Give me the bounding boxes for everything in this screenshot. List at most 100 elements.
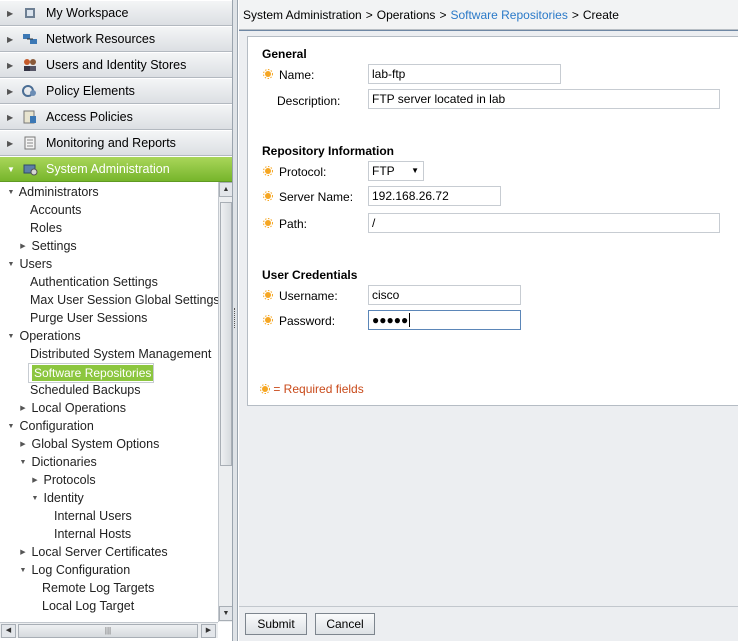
breadcrumb-item-create: Create — [582, 7, 619, 22]
drawer-label: Access Policies — [46, 110, 133, 124]
submit-button[interactable]: Submit — [245, 613, 307, 635]
cancel-button[interactable]: Cancel — [315, 613, 375, 635]
tree-node-authentication-settings[interactable]: Authentication Settings — [30, 273, 158, 291]
expand-arrow-icon: ▶ — [7, 138, 14, 148]
tree-horizontal-scrollbar[interactable]: ◀ ||| ▶ — [0, 622, 218, 638]
section-title-general: General — [262, 47, 307, 61]
tree-node-global-system-options[interactable]: ▶ Global System Options — [18, 435, 159, 453]
required-star-icon — [263, 315, 273, 325]
collapse-arrow-icon: ▼ — [7, 332, 15, 340]
protocol-select[interactable]: FTP ▼ — [368, 161, 424, 181]
drawer-label: Users and Identity Stores — [46, 58, 187, 72]
splitter-grip-icon[interactable] — [234, 308, 236, 328]
tree-node-max-user-session[interactable]: Max User Session Global Settings — [30, 291, 218, 309]
drawer-network-resources[interactable]: ▶ Network Resources — [0, 26, 232, 52]
tree-node-internal-hosts[interactable]: Internal Hosts — [54, 525, 131, 543]
action-bar: Submit Cancel — [239, 606, 738, 641]
tree-node-software-repositories[interactable]: Software Repositories — [28, 363, 155, 383]
scroll-thumb[interactable]: ||| — [18, 624, 198, 638]
tree-node-local-operations[interactable]: ▶ Local Operations — [18, 399, 126, 417]
tree-node-operations[interactable]: ▼ Operations — [6, 327, 81, 345]
reports-icon — [21, 135, 39, 151]
password-input[interactable]: ●●●●● — [368, 310, 521, 330]
tree-node-log-configuration[interactable]: ▼ Log Configuration — [18, 561, 131, 579]
tree-node-accounts[interactable]: Accounts — [30, 201, 81, 219]
tree-node-roles[interactable]: Roles — [30, 219, 62, 237]
required-star-icon — [263, 191, 273, 201]
users-icon — [21, 57, 39, 73]
chevron-down-icon: ▼ — [411, 166, 419, 175]
drawer-access-policies[interactable]: ▶ Access Policies — [0, 104, 232, 130]
breadcrumb-item-system-administration[interactable]: System Administration — [243, 8, 362, 22]
tree-vertical-scrollbar[interactable]: ▲ ▼ — [218, 182, 232, 622]
tree-node-distributed-system-management[interactable]: Distributed System Management — [30, 345, 211, 363]
required-star-icon — [263, 218, 273, 228]
tree-node-remote-log-targets[interactable]: Remote Log Targets — [42, 579, 154, 597]
sysadmin-icon — [21, 161, 39, 177]
tree-node-internal-users[interactable]: Internal Users — [54, 507, 132, 525]
required-star-icon — [263, 166, 273, 176]
description-input[interactable] — [368, 89, 720, 109]
scroll-up-icon[interactable]: ▲ — [219, 182, 232, 197]
tree-node-configuration[interactable]: ▼ Configuration — [6, 417, 94, 435]
drawer-policy-elements[interactable]: ▶ Policy Elements — [0, 78, 232, 104]
required-fields-text: = Required fields — [273, 382, 364, 396]
tree-node-purge-user-sessions[interactable]: Purge User Sessions — [30, 309, 147, 327]
scroll-thumb[interactable] — [220, 202, 232, 466]
required-star-icon — [260, 384, 270, 394]
scroll-right-icon[interactable]: ▶ — [201, 624, 216, 638]
path-input[interactable] — [368, 213, 720, 233]
expand-arrow-icon: ▶ — [7, 86, 14, 96]
drawer-system-administration[interactable]: ▼ System Administration — [0, 156, 232, 182]
access-icon — [21, 109, 39, 125]
protocol-label: Protocol: — [279, 165, 327, 179]
name-input[interactable] — [368, 64, 561, 84]
tree-node-scheduled-backups[interactable]: Scheduled Backups — [30, 381, 141, 399]
text-cursor — [409, 313, 411, 327]
tree-node-users[interactable]: ▼ Users — [6, 255, 53, 273]
expand-arrow-icon: ▶ — [7, 112, 14, 122]
content-area: General Name: Description: Repository In… — [239, 31, 738, 606]
expand-arrow-icon: ▶ — [20, 242, 26, 250]
collapse-arrow-icon: ▼ — [7, 188, 15, 196]
password-label: Password: — [279, 314, 336, 328]
tree-node-local-log-target[interactable]: Local Log Target — [42, 597, 134, 615]
required-star-icon — [263, 69, 273, 79]
breadcrumb-separator: > — [571, 7, 579, 22]
section-title-repository-information: Repository Information — [262, 144, 395, 158]
collapse-arrow-icon: ▼ — [19, 566, 27, 574]
tree-node-settings[interactable]: ▶ Settings — [18, 237, 76, 255]
expand-arrow-icon: ▶ — [20, 440, 26, 448]
scroll-left-icon[interactable]: ◀ — [1, 624, 16, 638]
scroll-down-icon[interactable]: ▼ — [219, 606, 232, 621]
tree-node-local-server-certificates[interactable]: ▶ Local Server Certificates — [18, 543, 167, 561]
name-label: Name: — [279, 68, 315, 82]
tree-node-protocols[interactable]: ▶ Protocols — [30, 471, 95, 489]
navigation-tree: ▼ Administrators Accounts Roles ▶ Settin… — [0, 182, 218, 622]
form-panel: General Name: Description: Repository In… — [247, 36, 738, 406]
drawer-label: Network Resources — [46, 32, 156, 46]
server-name-input[interactable] — [368, 186, 501, 206]
drawer-label: Policy Elements — [46, 84, 135, 98]
drawer-users-identity[interactable]: ▶ Users and Identity Stores — [0, 52, 232, 78]
navigation-pane: ▶ My Workspace ▶ Network Resources ▶ Use… — [0, 0, 233, 641]
section-title-user-credentials: User Credentials — [262, 268, 358, 282]
expand-arrow-icon: ▶ — [32, 476, 38, 484]
username-input[interactable] — [368, 285, 521, 305]
breadcrumb-item-software-repositories[interactable]: Software Repositories — [450, 8, 567, 22]
tree-node-dictionaries[interactable]: ▼ Dictionaries — [18, 453, 97, 471]
expand-arrow-icon: ▶ — [7, 34, 14, 44]
breadcrumb-item-operations[interactable]: Operations — [377, 8, 436, 22]
collapse-arrow-icon: ▼ — [19, 458, 27, 466]
tree-node-administrators[interactable]: ▼ Administrators — [6, 183, 99, 201]
pane-splitter[interactable] — [233, 0, 238, 641]
server-name-label: Server Name: — [279, 190, 354, 204]
collapse-arrow-icon: ▼ — [7, 164, 15, 174]
expand-arrow-icon: ▶ — [7, 8, 14, 18]
drawer-monitoring-reports[interactable]: ▶ Monitoring and Reports — [0, 130, 232, 156]
expand-arrow-icon: ▶ — [20, 548, 26, 556]
password-masked-value: ●●●●● — [372, 313, 409, 327]
drawer-my-workspace[interactable]: ▶ My Workspace — [0, 0, 232, 26]
breadcrumb-separator: > — [365, 7, 373, 22]
tree-node-identity[interactable]: ▼ Identity — [30, 489, 84, 507]
